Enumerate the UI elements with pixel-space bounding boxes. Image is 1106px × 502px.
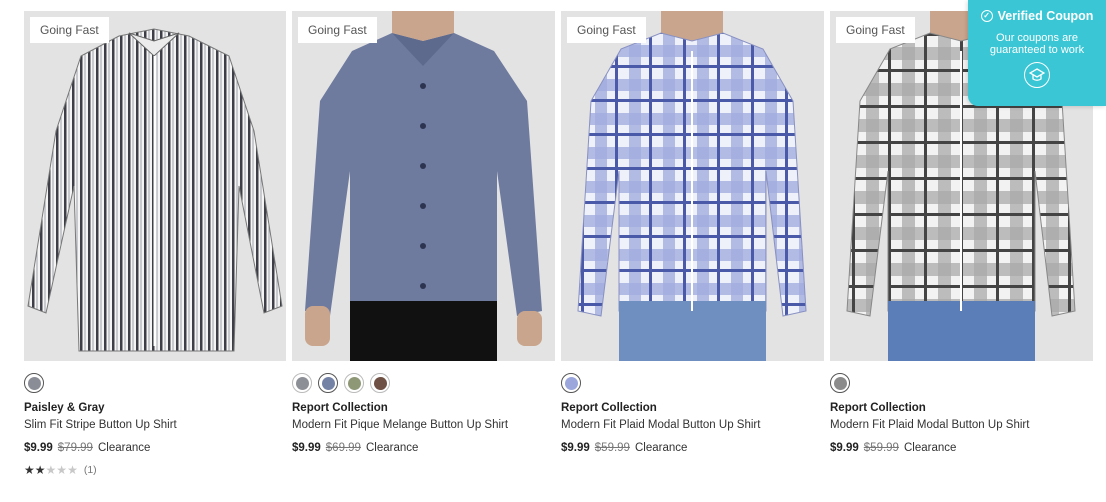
- clearance-label: Clearance: [97, 442, 151, 454]
- clearance-label: Clearance: [634, 442, 688, 454]
- color-swatch[interactable]: [24, 373, 44, 393]
- color-swatches: [561, 373, 824, 395]
- price-row: $9.99 $69.99 Clearance: [292, 442, 555, 454]
- going-fast-badge: Going Fast: [836, 17, 915, 43]
- product-image[interactable]: Going Fast: [292, 11, 555, 361]
- product-brand[interactable]: Paisley & Gray: [24, 402, 286, 414]
- color-swatch[interactable]: [561, 373, 581, 393]
- coupon-title-row: ✓ Verified Coupon: [968, 9, 1106, 23]
- going-fast-badge: Going Fast: [567, 17, 646, 43]
- star-icon: ★: [67, 463, 78, 477]
- color-swatches: [292, 373, 555, 395]
- coupon-line-1: Our coupons are: [996, 32, 1078, 44]
- price-row: $9.99 $59.99 Clearance: [830, 442, 1093, 454]
- color-swatch[interactable]: [292, 373, 312, 393]
- clearance-label: Clearance: [365, 442, 419, 454]
- color-swatch[interactable]: [318, 373, 338, 393]
- product-card[interactable]: Going Fast Paisley & Gray Slim Fit Strip…: [24, 11, 286, 476]
- price-row: $9.99 $79.99 Clearance: [24, 442, 286, 454]
- product-brand[interactable]: Report Collection: [561, 402, 824, 414]
- sale-price: $9.99: [292, 442, 321, 454]
- color-swatches: [830, 373, 1093, 395]
- verified-coupon-widget[interactable]: ✓ Verified Coupon Our coupons are guaran…: [968, 0, 1106, 106]
- color-swatch[interactable]: [830, 373, 850, 393]
- product-brand[interactable]: Report Collection: [292, 402, 555, 414]
- product-card[interactable]: Going Fast Report Collection Modern Fit …: [561, 11, 824, 476]
- coupon-description: Our coupons are guaranteed to work: [968, 32, 1106, 56]
- product-name[interactable]: Modern Fit Plaid Modal Button Up Shirt: [561, 419, 824, 431]
- blue-plaid-shirt-image: [577, 11, 807, 361]
- color-swatches: [24, 373, 286, 395]
- product-image[interactable]: Going Fast: [24, 11, 286, 361]
- check-circle-icon: ✓: [980, 10, 993, 22]
- clearance-label: Clearance: [903, 442, 957, 454]
- going-fast-badge: Going Fast: [298, 17, 377, 43]
- product-name[interactable]: Modern Fit Pique Melange Button Up Shirt: [292, 419, 555, 431]
- price-row: $9.99 $59.99 Clearance: [561, 442, 824, 454]
- coupon-title: Verified Coupon: [997, 9, 1094, 23]
- original-price: $69.99: [325, 442, 361, 454]
- melange-shirt-image: [305, 11, 542, 361]
- product-card[interactable]: Going Fast Report Collection Modern Fit …: [292, 11, 555, 476]
- product-grid: Going Fast Paisley & Gray Slim Fit Strip…: [24, 11, 1093, 476]
- product-name[interactable]: Modern Fit Plaid Modal Button Up Shirt: [830, 419, 1093, 431]
- product-brand[interactable]: Report Collection: [830, 402, 1093, 414]
- star-icon: ★: [45, 463, 57, 477]
- product-name[interactable]: Slim Fit Stripe Button Up Shirt: [24, 419, 286, 431]
- star-icon: ★: [24, 463, 35, 477]
- color-swatch[interactable]: [370, 373, 390, 393]
- original-price: $79.99: [57, 442, 93, 454]
- star-rating[interactable]: ★ ★ ★ ★ ★ (1): [24, 464, 286, 476]
- color-swatch[interactable]: [344, 373, 364, 393]
- original-price: $59.99: [863, 442, 899, 454]
- rating-count: (1): [83, 464, 97, 476]
- going-fast-badge: Going Fast: [30, 17, 109, 43]
- product-image[interactable]: Going Fast: [561, 11, 824, 361]
- star-icon: ★: [56, 463, 68, 477]
- sale-price: $9.99: [830, 442, 859, 454]
- sale-price: $9.99: [561, 442, 590, 454]
- coupon-badge-icon[interactable]: [1024, 62, 1050, 88]
- star-icon: ★: [34, 463, 46, 477]
- sale-price: $9.99: [24, 442, 53, 454]
- graduation-cap-icon: [1029, 68, 1045, 81]
- original-price: $59.99: [594, 442, 630, 454]
- stripe-shirt-image: [27, 28, 283, 352]
- coupon-line-2: guaranteed to work: [989, 44, 1085, 56]
